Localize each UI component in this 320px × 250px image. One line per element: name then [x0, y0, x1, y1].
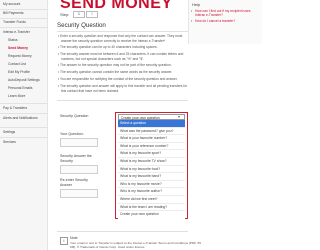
- security-answer-input[interactable]: [60, 165, 98, 174]
- step-indicator-current: 1: [73, 11, 85, 18]
- sidebar-item-learn-more[interactable]: Learn More: [8, 94, 25, 98]
- instruction-text: this contact that have not been claimed.: [61, 88, 120, 93]
- dropdown-option[interactable]: What is your reference number?: [118, 142, 185, 151]
- step-label: Step:: [60, 12, 70, 17]
- instruction-text: answer the security question correctly t…: [61, 38, 166, 43]
- dropdown-option[interactable]: What is my favourite sport?: [118, 150, 185, 158]
- sidebar-item-pay-transfers[interactable]: Pay & Transfers: [3, 106, 27, 110]
- sidebar-item-services[interactable]: Services: [3, 140, 16, 144]
- sidebar-item-send-money[interactable]: Send Money: [8, 46, 28, 50]
- sidebar-item-status[interactable]: Status: [8, 38, 18, 42]
- sidebar-item-request-money[interactable]: Request Money: [8, 54, 32, 58]
- section-title: Security Question: [57, 22, 106, 29]
- instruction-text: numbers, but not special characters such…: [61, 56, 145, 61]
- dropdown-option[interactable]: What is the team I am reading?: [118, 203, 185, 212]
- reenter-answer-input[interactable]: [60, 189, 98, 198]
- sidebar-divider: [0, 103, 47, 104]
- divider: [57, 231, 188, 232]
- dropdown-option[interactable]: Who is my favourite author?: [118, 188, 185, 196]
- dropdown-option[interactable]: Where did we first meet?: [118, 196, 185, 204]
- sidebar-divider: [0, 113, 47, 114]
- step-indicator-next: 2: [86, 11, 98, 18]
- sidebar-item-transfer-funds[interactable]: Transfer Funds: [3, 20, 26, 24]
- sidebar-item-bill-payments[interactable]: Bill Payments: [3, 11, 24, 15]
- instruction-text: • Enter a security question and response…: [58, 34, 183, 38]
- sidebar-item-personal-emails[interactable]: Personal Emails: [8, 86, 33, 90]
- instruction-text: • The security question can be up to 40 …: [58, 45, 158, 49]
- bullet-icon: •: [191, 9, 193, 13]
- security-answer-label: Security Answer the Security: [60, 154, 92, 163]
- dropdown-option[interactable]: Select a question: [118, 120, 185, 128]
- divider: [57, 31, 188, 32]
- dropdown-option[interactable]: What is my favourite TV show?: [118, 158, 185, 166]
- note-title: Note: [70, 236, 78, 240]
- bullet-icon: •: [191, 19, 193, 23]
- instruction-text: • You are responsible for notifying the …: [58, 77, 178, 81]
- instruction-text: • The security answer must be between 6 …: [58, 52, 184, 56]
- dropdown-option[interactable]: Create your own question: [118, 211, 185, 219]
- sidebar-divider: [0, 27, 47, 28]
- sidebar-item-contact-list[interactable]: Contact List: [8, 62, 26, 66]
- sidebar-item-interac[interactable]: Interac e-Transfer: [3, 30, 30, 34]
- dropdown-option[interactable]: What is your favourite number?: [118, 135, 185, 143]
- divider: [57, 100, 188, 101]
- dropdown-option[interactable]: What is my favourite band?: [118, 173, 185, 181]
- sidebar-divider: [0, 18, 47, 19]
- note-text: KB). ® Trademark of Interac Corp. Used u…: [70, 245, 146, 249]
- sidebar-item-edit-profile[interactable]: Edit My Profile: [8, 70, 30, 74]
- sidebar-item-my-account[interactable]: My account: [3, 2, 20, 6]
- dropdown-option[interactable]: What is my favourite food?: [118, 165, 185, 174]
- sidebar-item-autodeposit[interactable]: AutoDeposit Settings: [8, 78, 40, 82]
- reenter-answer-label: Re-enter Security Answer: [60, 178, 88, 187]
- help-link-recipient[interactable]: How can I find out if my recipient uses …: [195, 9, 257, 17]
- dropdown-option[interactable]: What was the password? give you?: [118, 127, 185, 136]
- security-question-label: Security Question: [60, 114, 89, 118]
- dropdown-option[interactable]: Who is my favourite movie?: [118, 180, 185, 189]
- chevron-down-icon[interactable]: ▾: [178, 114, 180, 119]
- sidebar-divider: [0, 127, 47, 128]
- security-question-select[interactable]: Create your own question: [118, 113, 185, 120]
- help-heading: Help: [192, 2, 201, 7]
- instruction-text: • The answer to the security question ma…: [58, 63, 172, 67]
- help-link-cancel[interactable]: How do I cancel a transfer?: [195, 19, 235, 23]
- your-question-input[interactable]: [60, 138, 98, 147]
- sidebar-divider: [0, 9, 47, 10]
- instruction-text: • The security question and answer will …: [58, 84, 188, 88]
- info-icon: i: [60, 237, 68, 245]
- instruction-text: • The security question cannot contain t…: [58, 70, 173, 74]
- your-question-label: Your Question:: [60, 132, 84, 136]
- sidebar-item-alerts[interactable]: Alerts and Notifications: [3, 116, 43, 121]
- sidebar-divider: [0, 137, 47, 138]
- sidebar-item-settings[interactable]: Settings: [3, 130, 15, 134]
